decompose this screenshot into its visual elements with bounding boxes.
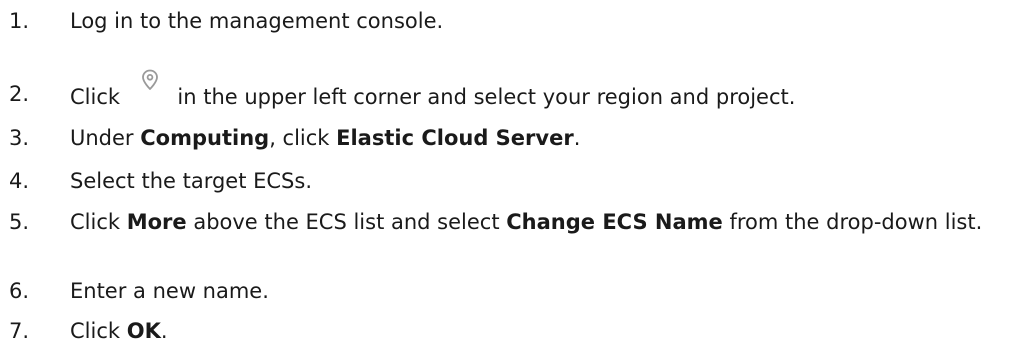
step-number: 6. xyxy=(9,279,30,303)
step-text: Click More above the ECS list and select… xyxy=(70,208,1022,237)
step-text-part: above the ECS list and select xyxy=(186,210,507,234)
step-text-part: Enter a new name. xyxy=(70,279,269,303)
step-text: Click in the upper left corner and selec… xyxy=(70,69,1022,112)
step-text-part: from the drop-down list. xyxy=(722,210,983,234)
location-pin-icon xyxy=(137,67,163,93)
step-number: 3. xyxy=(9,126,30,150)
step-text-part: Under xyxy=(70,126,141,150)
ui-label-change-ecs-name: Change ECS Name xyxy=(506,210,723,234)
step-number: 5. xyxy=(9,210,30,234)
step-text-part: Click xyxy=(70,319,127,343)
step-text: Under Computing, click Elastic Cloud Ser… xyxy=(70,124,1022,153)
step-text: Enter a new name. xyxy=(70,277,1022,306)
step-text-part: Click xyxy=(70,210,127,234)
step-text-part: , click xyxy=(269,126,337,150)
ui-label-ok: OK xyxy=(126,319,161,343)
step-text: Select the target ECSs. xyxy=(70,167,1022,196)
ui-label-more: More xyxy=(126,210,187,234)
step-text: Log in to the management console. xyxy=(70,7,1022,36)
ui-label-computing: Computing xyxy=(140,126,270,150)
step-text-part: Click xyxy=(70,85,127,109)
step-number: 4. xyxy=(9,169,30,193)
step-text-part: . xyxy=(573,126,581,150)
step-text: Click OK. xyxy=(70,317,1022,346)
step-text-part: Log in to the management console. xyxy=(70,9,444,33)
ui-label-elastic-cloud-server: Elastic Cloud Server xyxy=(336,126,574,150)
step-text-part: in the upper left corner and select your… xyxy=(170,85,796,109)
step-number: 7. xyxy=(9,319,30,343)
step-number: 1. xyxy=(9,9,30,33)
step-text-part: . xyxy=(160,319,168,343)
step-text-part: Select the target ECSs. xyxy=(70,169,313,193)
step-number: 2. xyxy=(9,82,30,106)
